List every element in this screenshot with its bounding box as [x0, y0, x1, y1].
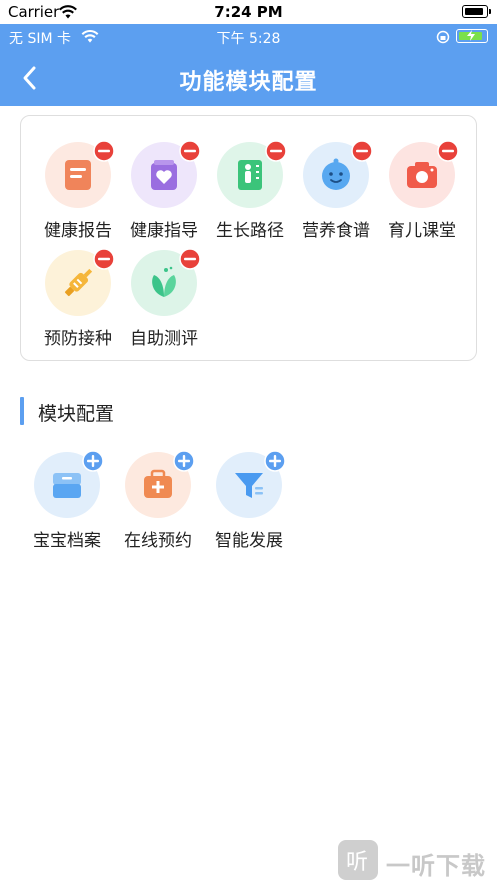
remove-icon[interactable] — [179, 140, 201, 162]
remove-icon[interactable] — [179, 248, 201, 270]
rotation-lock-icon — [436, 30, 450, 44]
growth-icon — [238, 160, 262, 190]
section-accent-bar — [20, 397, 24, 425]
remove-icon[interactable] — [93, 140, 115, 162]
camera-icon — [407, 162, 437, 188]
module-label: 预防接种 — [44, 329, 112, 349]
ios-time: 7:24 PM — [214, 3, 283, 21]
module-label: 宝宝档案 — [33, 531, 101, 551]
section-title: 模块配置 — [38, 403, 115, 425]
remove-icon[interactable] — [265, 140, 287, 162]
module-self-assessment[interactable]: 自助测评 — [121, 248, 207, 360]
remove-icon[interactable] — [93, 248, 115, 270]
module-label: 在线预约 — [124, 531, 192, 551]
ios-status-bar: Carrier 7:24 PM — [0, 0, 497, 24]
inner-time: 下午 5:28 — [216, 31, 281, 47]
watermark-text: 一听下载 — [386, 852, 486, 880]
inner-status-bar: 无 SIM 卡 下午 5:28 — [0, 24, 497, 50]
module-label: 生长路径 — [216, 221, 284, 241]
svg-text:听: 听 — [346, 850, 368, 875]
add-icon[interactable] — [264, 450, 286, 472]
module-label: 健康报告 — [44, 221, 112, 241]
nav-bar: 功能模块配置 — [0, 50, 497, 106]
app-header: 无 SIM 卡 下午 5:28 功能模块配置 — [0, 24, 497, 106]
selected-modules-card: 健康报告 健康指导 生长路径 营养食谱 育儿课堂 预防接种 自助测评 — [20, 115, 477, 361]
module-baby-archive[interactable]: 宝宝档案 — [24, 450, 110, 562]
module-health-guide[interactable]: 健康指导 — [121, 140, 207, 252]
funnel-icon — [235, 473, 263, 498]
watermark-logo-icon: 听 — [338, 840, 378, 880]
remove-icon[interactable] — [437, 140, 459, 162]
module-smart-development[interactable]: 智能发展 — [206, 450, 292, 562]
syringe-icon — [64, 268, 93, 297]
add-icon[interactable] — [82, 450, 104, 472]
add-icon[interactable] — [173, 450, 195, 472]
module-growth-path[interactable]: 生长路径 — [207, 140, 293, 252]
module-nutrition-recipes[interactable]: 营养食谱 — [293, 140, 379, 252]
remove-icon[interactable] — [351, 140, 373, 162]
watermark: 听 一听下载 — [338, 840, 494, 880]
module-health-report[interactable]: 健康报告 — [35, 140, 121, 252]
leaf-icon — [152, 266, 176, 297]
page-title: 功能模块配置 — [179, 70, 318, 95]
charging-battery-icon — [456, 29, 488, 43]
module-label: 营养食谱 — [302, 221, 370, 241]
battery-icon — [462, 5, 491, 18]
module-label: 智能发展 — [215, 531, 283, 551]
module-vaccination[interactable]: 预防接种 — [35, 248, 121, 360]
module-online-booking[interactable]: 在线预约 — [115, 450, 201, 562]
baby-face-icon — [322, 158, 350, 190]
heart-bag-icon — [151, 160, 177, 190]
module-label: 健康指导 — [130, 221, 198, 241]
archive-icon — [53, 473, 81, 498]
module-label: 育儿课堂 — [388, 221, 456, 241]
module-parenting-class[interactable]: 育儿课堂 — [379, 140, 465, 252]
module-label: 自助测评 — [130, 329, 198, 349]
report-icon — [65, 160, 91, 190]
medkit-icon — [144, 469, 172, 498]
